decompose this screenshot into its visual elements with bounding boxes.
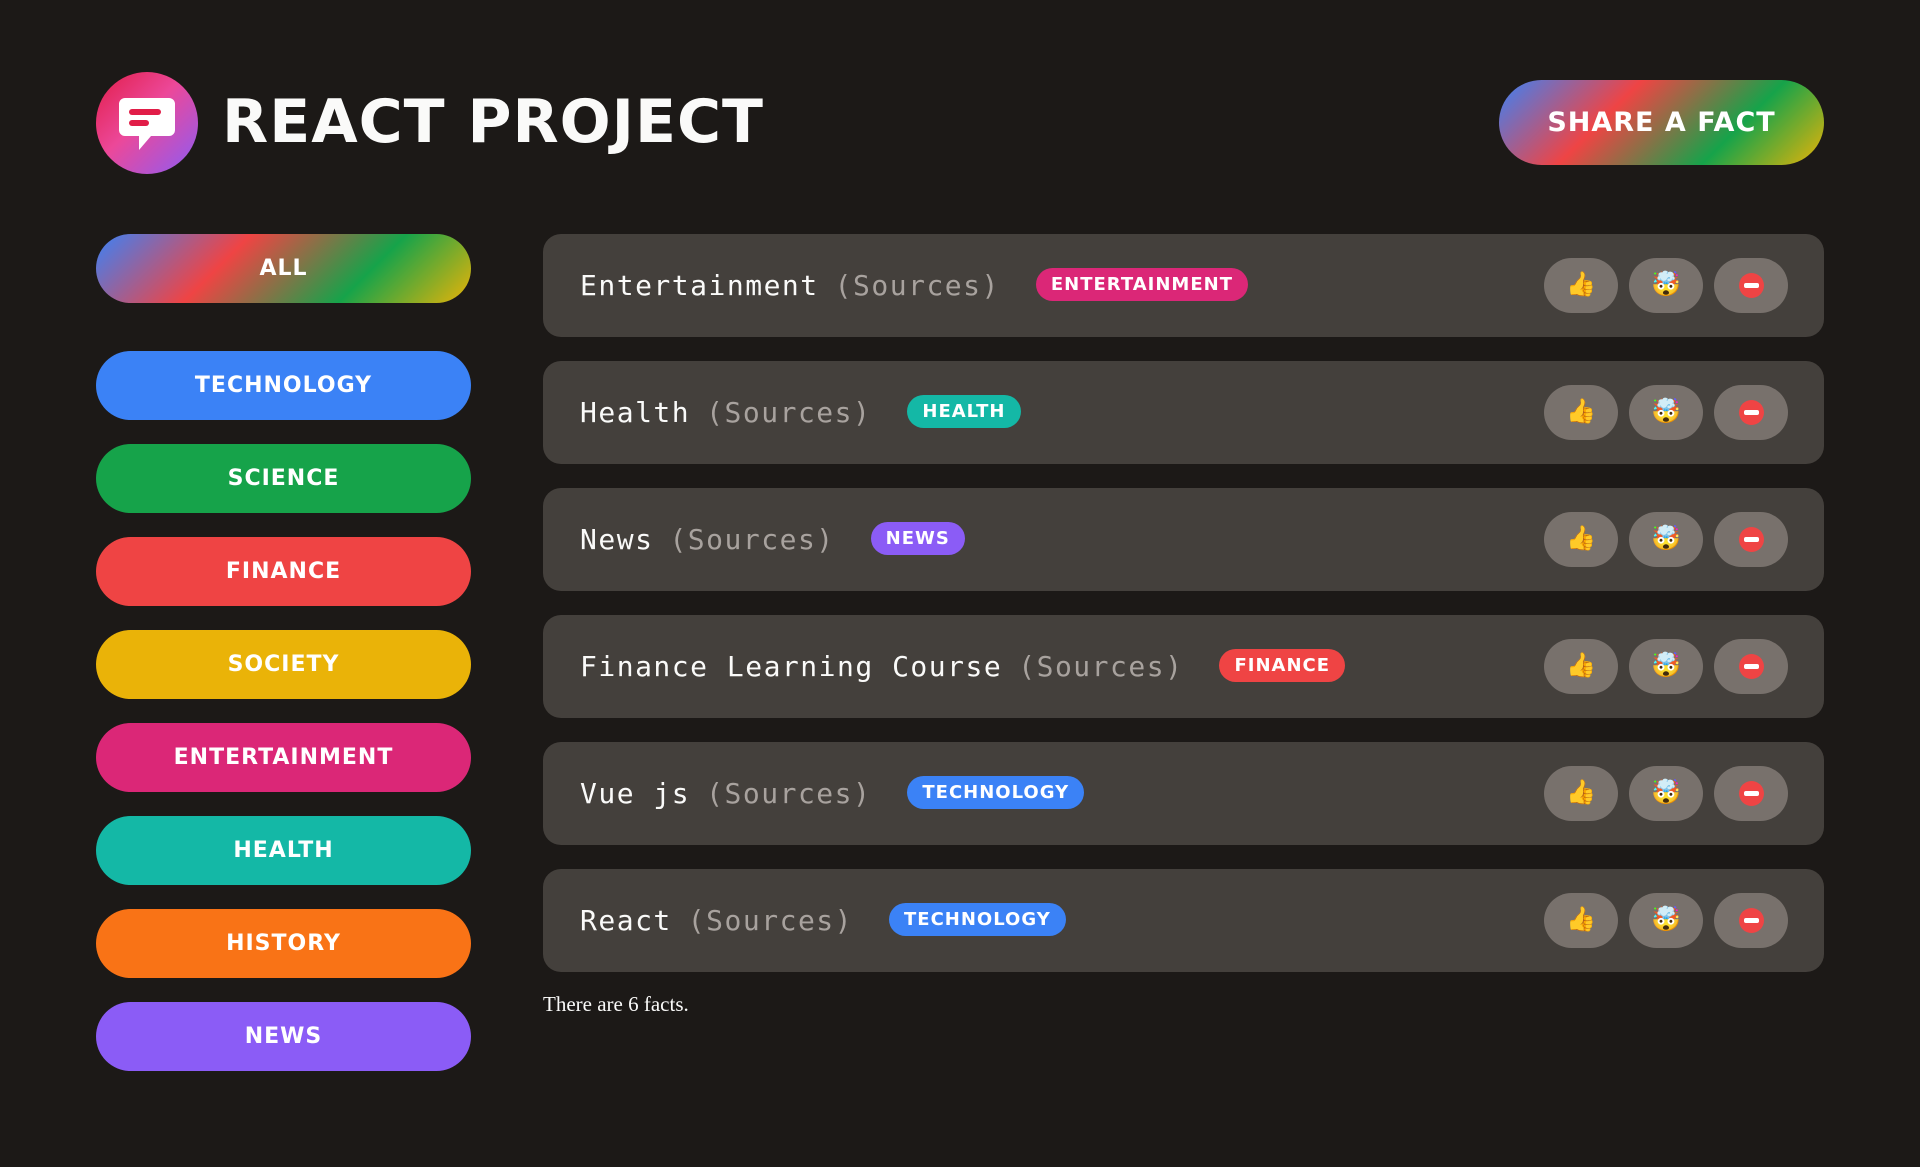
mind-blown-icon: 🤯 [1651, 271, 1681, 298]
fact-content: News [580, 523, 654, 556]
fact-row: Health (Sources) Health 👍 🤯 [543, 361, 1824, 464]
fact-row: React (Sources) Technology 👍 🤯 [543, 869, 1824, 972]
vote-buttons: 👍 🤯 [1533, 766, 1788, 821]
vote-interesting-button[interactable]: 👍 [1544, 385, 1618, 440]
vote-buttons: 👍 🤯 [1533, 512, 1788, 567]
thumbs-up-icon: 👍 [1566, 652, 1596, 679]
category-tag: News [870, 521, 965, 555]
fact-source-link[interactable]: (Sources) [706, 396, 871, 429]
vote-false-button[interactable] [1714, 639, 1788, 694]
fact-row: News (Sources) News 👍 🤯 [543, 488, 1824, 591]
header: React Project Share a fact [96, 72, 1824, 174]
no-entry-icon [1739, 781, 1764, 806]
vote-mindblowing-button[interactable]: 🤯 [1629, 893, 1703, 948]
mind-blown-icon: 🤯 [1651, 779, 1681, 806]
vote-mindblowing-button[interactable]: 🤯 [1629, 639, 1703, 694]
no-entry-icon [1739, 273, 1764, 298]
vote-mindblowing-button[interactable]: 🤯 [1629, 766, 1703, 821]
fact-row: Entertainment (Sources) Entertainment 👍 🤯 [543, 234, 1824, 337]
fact-content: Finance Learning Course [580, 650, 1003, 683]
vote-mindblowing-button[interactable]: 🤯 [1629, 258, 1703, 313]
vote-buttons: 👍 🤯 [1533, 893, 1788, 948]
fact-text: Entertainment (Sources) Entertainment [580, 234, 1248, 337]
thumbs-up-icon: 👍 [1566, 398, 1596, 425]
category-tag: Health [907, 394, 1021, 428]
fact-text: Finance Learning Course (Sources) Finance [580, 615, 1346, 718]
fact-source-link[interactable]: (Sources) [669, 523, 834, 556]
category-tag: Technology [907, 775, 1085, 809]
mind-blown-icon: 🤯 [1651, 652, 1681, 679]
thumbs-up-icon: 👍 [1566, 906, 1596, 933]
category-health-button[interactable]: Health [96, 816, 471, 885]
fact-text: React (Sources) Technology [580, 869, 1066, 972]
fact-content: Entertainment [580, 269, 819, 302]
fact-source-link[interactable]: (Sources) [835, 269, 1000, 302]
category-science-button[interactable]: Science [96, 444, 471, 513]
thumbs-up-icon: 👍 [1566, 779, 1596, 806]
vote-interesting-button[interactable]: 👍 [1544, 893, 1618, 948]
thumbs-up-icon: 👍 [1566, 271, 1596, 298]
vote-false-button[interactable] [1714, 512, 1788, 567]
no-entry-icon [1739, 908, 1764, 933]
vote-false-button[interactable] [1714, 893, 1788, 948]
vote-mindblowing-button[interactable]: 🤯 [1629, 385, 1703, 440]
fact-row: Finance Learning Course (Sources) Finance 👍… [543, 615, 1824, 718]
app-title: React Project [222, 87, 764, 157]
vote-mindblowing-button[interactable]: 🤯 [1629, 512, 1703, 567]
fact-source-link[interactable]: (Sources) [706, 777, 871, 810]
category-technology-button[interactable]: Technology [96, 351, 471, 420]
vote-interesting-button[interactable]: 👍 [1544, 766, 1618, 821]
mind-blown-icon: 🤯 [1651, 525, 1681, 552]
vote-false-button[interactable] [1714, 766, 1788, 821]
category-news-button[interactable]: News [96, 1002, 471, 1071]
speech-bubble-icon [119, 98, 175, 150]
facts-count: There are 6 facts. [543, 992, 689, 1016]
category-society-button[interactable]: Society [96, 630, 471, 699]
vote-buttons: 👍 🤯 [1533, 258, 1788, 313]
vote-interesting-button[interactable]: 👍 [1544, 258, 1618, 313]
mind-blown-icon: 🤯 [1651, 906, 1681, 933]
vote-buttons: 👍 🤯 [1533, 639, 1788, 694]
mind-blown-icon: 🤯 [1651, 398, 1681, 425]
category-tag: Finance [1219, 648, 1346, 682]
share-fact-button[interactable]: Share a fact [1499, 80, 1824, 165]
thumbs-up-icon: 👍 [1566, 525, 1596, 552]
fact-content: Vue js [580, 777, 691, 810]
vote-buttons: 👍 🤯 [1533, 385, 1788, 440]
fact-source-link[interactable]: (Sources) [1018, 650, 1183, 683]
fact-content: React [580, 904, 672, 937]
category-history-button[interactable]: History [96, 909, 471, 978]
fact-content: Health [580, 396, 691, 429]
vote-false-button[interactable] [1714, 258, 1788, 313]
app-logo [96, 72, 198, 174]
vote-interesting-button[interactable]: 👍 [1544, 512, 1618, 567]
fact-source-link[interactable]: (Sources) [688, 904, 853, 937]
category-finance-button[interactable]: Finance [96, 537, 471, 606]
category-tag: Entertainment [1035, 267, 1248, 301]
no-entry-icon [1739, 400, 1764, 425]
no-entry-icon [1739, 527, 1764, 552]
vote-false-button[interactable] [1714, 385, 1788, 440]
fact-row: Vue js (Sources) Technology 👍 🤯 [543, 742, 1824, 845]
vote-interesting-button[interactable]: 👍 [1544, 639, 1618, 694]
category-entertainment-button[interactable]: Entertainment [96, 723, 471, 792]
no-entry-icon [1739, 654, 1764, 679]
category-tag: Technology [889, 902, 1066, 936]
fact-text: Health (Sources) Health [580, 361, 1021, 464]
fact-text: Vue js (Sources) Technology [580, 742, 1085, 845]
category-all-button[interactable]: All [96, 234, 471, 303]
fact-text: News (Sources) News [580, 488, 965, 591]
